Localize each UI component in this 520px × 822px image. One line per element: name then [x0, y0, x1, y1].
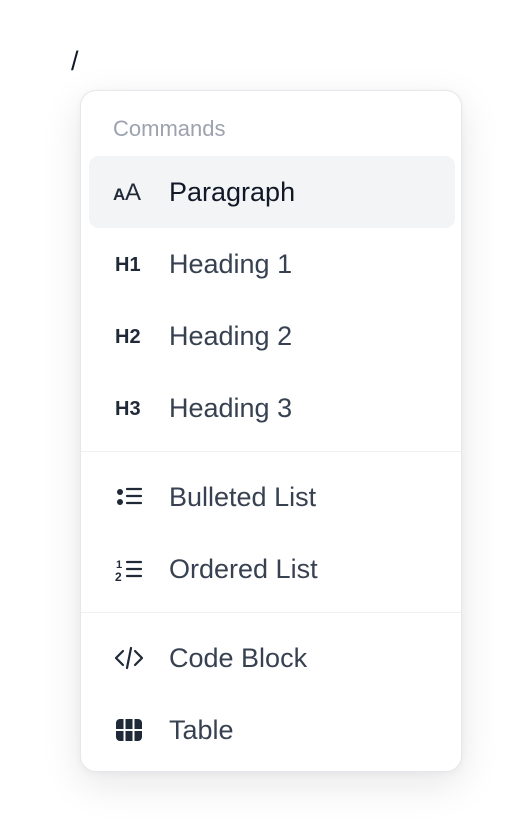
menu-item-label: Heading 3 [169, 392, 293, 423]
svg-text:H3: H3 [115, 398, 141, 420]
heading-2-icon: H2 [113, 320, 145, 352]
menu-item-table[interactable]: Table [89, 694, 455, 766]
menu-divider [81, 451, 461, 452]
menu-item-label: Code Block [169, 642, 308, 673]
menu-item-bulleted-list[interactable]: Bulleted List [89, 461, 455, 533]
paragraph-icon: A A [113, 176, 145, 208]
svg-text:H2: H2 [115, 326, 141, 348]
menu-item-code-block[interactable]: Code Block [89, 622, 455, 694]
menu-item-label: Bulleted List [169, 481, 317, 512]
menu-item-label: Ordered List [169, 553, 318, 584]
editor-canvas[interactable]: / Commands A A Paragraph H1 Heading 1 H2… [0, 0, 520, 822]
menu-item-heading-2[interactable]: H2 Heading 2 [89, 300, 455, 372]
svg-text:2: 2 [115, 570, 122, 584]
svg-text:A: A [125, 179, 141, 206]
menu-item-label: Paragraph [169, 176, 296, 207]
heading-3-icon: H3 [113, 392, 145, 424]
svg-text:A: A [113, 185, 125, 204]
menu-item-ordered-list[interactable]: 1 2 Ordered List [89, 533, 455, 605]
menu-item-label: Heading 1 [169, 248, 293, 279]
svg-text:H1: H1 [115, 254, 141, 276]
menu-item-label: Table [169, 714, 234, 745]
menu-item-heading-3[interactable]: H3 Heading 3 [89, 372, 455, 444]
table-icon [113, 714, 145, 746]
menu-item-paragraph[interactable]: A A Paragraph [89, 156, 455, 228]
slash-trigger-text: / [71, 46, 79, 76]
menu-item-heading-1[interactable]: H1 Heading 1 [89, 228, 455, 300]
code-block-icon [113, 642, 145, 674]
ordered-list-icon: 1 2 [113, 553, 145, 585]
slash-command-menu: Commands A A Paragraph H1 Heading 1 H2 H… [80, 90, 462, 772]
menu-header: Commands [113, 116, 226, 141]
menu-item-label: Heading 2 [169, 320, 293, 351]
heading-1-icon: H1 [113, 248, 145, 280]
menu-divider [81, 612, 461, 613]
bulleted-list-icon [113, 481, 145, 513]
